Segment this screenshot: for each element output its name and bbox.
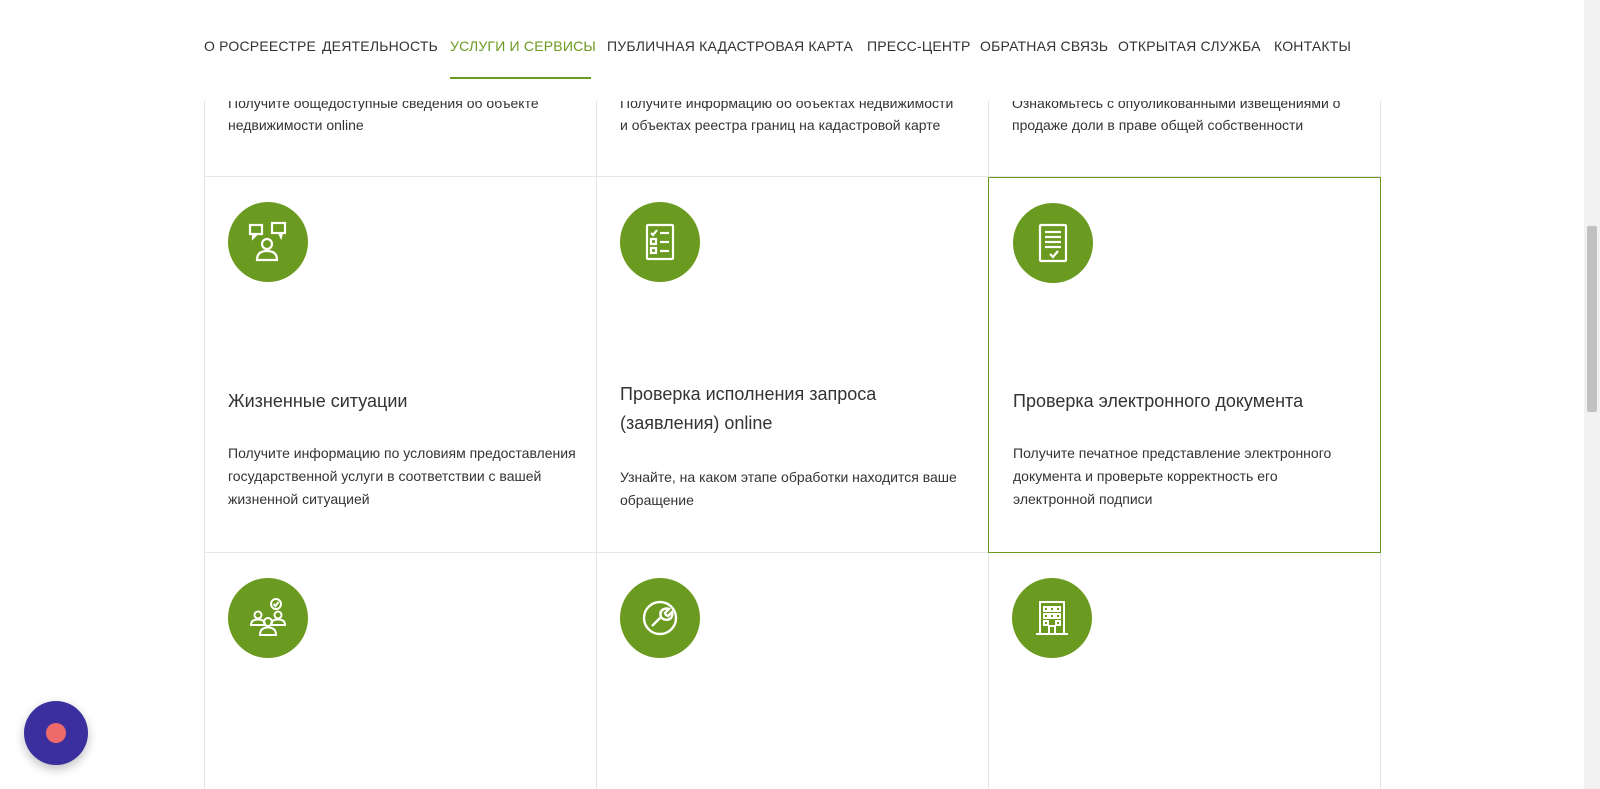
card-description: Получите информацию по условиям предоста… <box>228 445 576 507</box>
card-description-line: и объектах реестра границ на кадастровой… <box>620 117 941 133</box>
chat-widget-button[interactable] <box>24 701 88 765</box>
building-icon <box>1012 578 1092 658</box>
card-description: Узнайте, на каком этапе обработки находи… <box>620 469 957 508</box>
nav-item-activity[interactable]: ДЕЯТЕЛЬНОСТЬ <box>322 38 438 54</box>
checklist-icon <box>620 202 700 282</box>
card-description-line: недвижимости online <box>228 117 364 133</box>
service-card-e-document-check[interactable]: Проверка электронного документа Получите… <box>988 177 1381 553</box>
top-navigation: О РОСРЕЕСТРЕ ДЕЯТЕЛЬНОСТЬ УСЛУГИ И СЕРВИ… <box>0 0 1584 101</box>
people-group-icon <box>228 578 308 658</box>
nav-item-open-service[interactable]: ОТКРЫТАЯ СЛУЖБА <box>1118 38 1261 54</box>
card-title: Проверка электронного документа <box>1013 391 1304 411</box>
life-situations-icon <box>228 202 308 282</box>
card-description: Получите печатное представление электрон… <box>1013 445 1332 507</box>
nav-item-press-center[interactable]: ПРЕСС-ЦЕНТР <box>867 38 971 54</box>
service-card[interactable] <box>989 553 1380 789</box>
service-card[interactable] <box>597 553 988 789</box>
service-card[interactable] <box>205 553 596 789</box>
service-card-property-info[interactable]: Получите общедоступные сведения об объек… <box>205 90 596 176</box>
service-card-request-status[interactable]: Проверка исполнения запроса (заявления) … <box>597 177 988 552</box>
active-nav-underline <box>450 77 591 79</box>
scrollbar-thumb[interactable] <box>1587 226 1597 412</box>
nav-item-feedback[interactable]: ОБРАТНАЯ СВЯЗЬ <box>980 38 1108 54</box>
service-card-share-sale-notices[interactable]: Ознакомьтесь с опубликованными извещения… <box>989 90 1380 176</box>
nav-item-services[interactable]: УСЛУГИ И СЕРВИСЫ <box>450 38 596 54</box>
service-card-life-situations[interactable]: Жизненные ситуации Получите информацию п… <box>205 177 596 552</box>
nav-item-contacts[interactable]: КОНТАКТЫ <box>1274 38 1351 54</box>
services-grid: Получите общедоступные сведения об объек… <box>0 0 1584 789</box>
chat-indicator-icon <box>46 723 66 743</box>
card-title: Жизненные ситуации <box>228 391 408 411</box>
service-card-cadastral-map[interactable]: Получите информацию об объектах недвижим… <box>597 90 988 176</box>
card-description-line: продаже доли в праве общей собственности <box>1012 117 1304 133</box>
document-check-icon <box>1013 203 1093 283</box>
nav-item-about[interactable]: О РОСРЕЕСТРЕ <box>204 38 316 54</box>
wrench-icon <box>620 578 700 658</box>
card-title: Проверка исполнения запроса (заявления) … <box>620 384 877 433</box>
nav-item-cadastral-map[interactable]: ПУБЛИЧНАЯ КАДАСТРОВАЯ КАРТА <box>607 38 853 54</box>
